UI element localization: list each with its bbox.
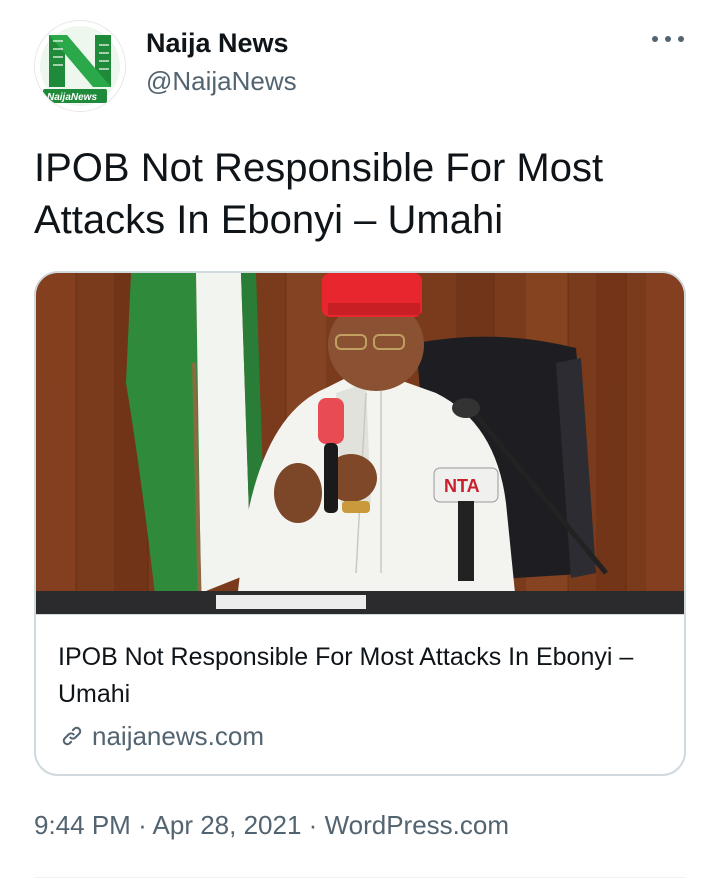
meta-separator: ·	[308, 810, 318, 840]
account-name[interactable]: Naija News	[146, 28, 289, 59]
card-title: IPOB Not Responsible For Most Attacks In…	[58, 643, 634, 708]
more-horizontal-icon	[652, 36, 658, 42]
svg-text:NaijaNews: NaijaNews	[47, 92, 97, 103]
link-icon	[62, 726, 82, 746]
card-source-link[interactable]: naijanews.com	[58, 719, 264, 753]
more-options-button[interactable]	[652, 32, 686, 46]
link-preview-card[interactable]: NTA IPOB Not Responsible For Most Attack…	[34, 271, 686, 776]
tweet-header: NaijaNews Naija News @NaijaNews	[34, 18, 686, 114]
naija-news-logo: NaijaNews	[35, 21, 125, 111]
avatar[interactable]: NaijaNews	[34, 20, 126, 112]
article-image: NTA	[36, 273, 684, 614]
tweet-meta: 9:44 PM · Apr 28, 2021 · WordPress.com	[34, 810, 509, 841]
account-handle[interactable]: @NaijaNews	[146, 66, 297, 97]
nta-mic-label: NTA	[444, 476, 480, 496]
tweet-time[interactable]: 9:44 PM	[34, 810, 131, 840]
tweet-text: IPOB Not Responsible For Most Attacks In…	[34, 146, 604, 242]
meta-separator: ·	[138, 810, 147, 840]
more-horizontal-icon	[678, 36, 684, 42]
card-domain: naijanews.com	[92, 720, 264, 751]
tweet-source[interactable]: WordPress.com	[325, 810, 509, 840]
divider	[34, 877, 686, 878]
more-horizontal-icon	[665, 36, 671, 42]
card-body: IPOB Not Responsible For Most Attacks In…	[36, 614, 684, 774]
tweet-date[interactable]: Apr 28, 2021	[153, 810, 302, 840]
